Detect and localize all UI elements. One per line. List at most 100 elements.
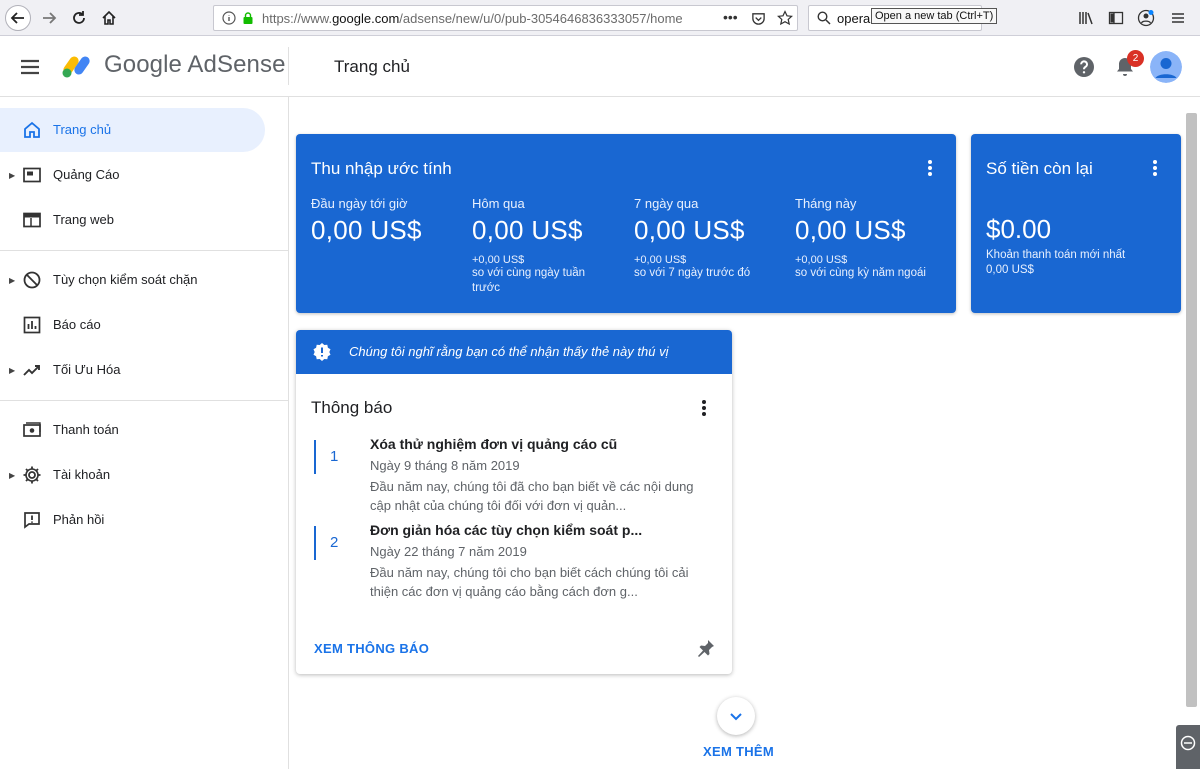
app-header: Google AdSense Trang chủ 2: [0, 37, 1200, 97]
url-bar[interactable]: https://www.google.com/adsense/new/u/0/p…: [213, 5, 798, 31]
sidebar-item-label: Trang web: [53, 212, 114, 227]
chevron-down-icon: [730, 713, 742, 721]
banner-text: Chúng tôi nghĩ rằng bạn có thể nhận thấy…: [349, 344, 669, 359]
sidebar-item-sites[interactable]: Trang web: [0, 198, 265, 242]
sidebar-item-home[interactable]: Trang chủ: [0, 108, 265, 152]
metric-delta: +0,00 US$: [795, 254, 848, 266]
metric-this-month: Tháng này 0,00 US$ +0,00 US$ so với cùng…: [795, 196, 950, 281]
metric-yesterday: Hôm qua 0,00 US$ +0,00 US$ so với cùng n…: [472, 196, 627, 296]
sidebar-item-label: Quảng Cáo: [53, 167, 120, 182]
sidebar-item-payments[interactable]: Thanh toán: [0, 408, 265, 452]
sidebar-item-label: Tài khoản: [53, 467, 111, 482]
balance-value: $0.00: [986, 214, 1052, 244]
arrow-right-icon: [43, 12, 57, 24]
view-notifications-link[interactable]: XEM THÔNG BÁO: [314, 641, 429, 656]
sidebar-toggle-icon[interactable]: [1106, 8, 1126, 28]
alert-badge-icon: [313, 343, 331, 361]
more-vert-icon[interactable]: [694, 398, 714, 418]
lock-icon: [243, 12, 253, 24]
hamburger-icon: [21, 59, 39, 75]
bookmark-star-icon[interactable]: [777, 10, 793, 26]
back-button[interactable]: [5, 5, 31, 31]
metric-value: 0,00 US$: [795, 215, 906, 245]
sidebar-divider: [0, 250, 288, 251]
adsense-logo-icon: [62, 56, 90, 78]
more-vert-icon[interactable]: [1145, 158, 1165, 178]
metric-value: 0,00 US$: [472, 215, 583, 245]
metric-comparison: so với cùng ngày tuần trước: [472, 267, 586, 294]
library-icon[interactable]: [1076, 8, 1096, 28]
last-payment-label: Khoản thanh toán mới nhất: [986, 249, 1126, 261]
see-more-button[interactable]: [717, 697, 755, 735]
notification-title: Đơn giản hóa các tùy chọn kiểm soát p...: [370, 522, 643, 538]
sidebar-divider: [0, 400, 288, 401]
pin-icon[interactable]: [696, 638, 716, 658]
main-menu-button[interactable]: [18, 55, 46, 79]
notification-marker: [314, 526, 316, 560]
url-text: https://www.google.com/adsense/new/u/0/p…: [262, 11, 683, 26]
reports-icon: [23, 316, 41, 334]
sidebar-item-ads[interactable]: ▶ Quảng Cáo: [0, 153, 265, 197]
trending-icon: [23, 365, 40, 376]
metric-value: 0,00 US$: [634, 215, 745, 245]
notifications-title: Thông báo: [311, 398, 393, 417]
reload-button[interactable]: [66, 5, 92, 31]
notifications-card: Chúng tôi nghĩ rằng bạn có thể nhận thấy…: [296, 330, 732, 674]
sidebar-item-reports[interactable]: Báo cáo: [0, 303, 265, 347]
ads-icon: [23, 167, 41, 183]
side-widget-tab[interactable]: [1176, 725, 1200, 769]
sidebar-item-optimization[interactable]: ▶ Tối Ưu Hóa: [0, 348, 265, 392]
forward-button[interactable]: [36, 5, 62, 31]
earnings-card-title: Thu nhập ước tính: [311, 159, 452, 178]
sidebar-item-account[interactable]: ▶ Tài khoản: [0, 453, 265, 497]
more-vert-icon[interactable]: [920, 158, 940, 178]
sites-icon: [23, 212, 41, 228]
metric-label: 7 ngày qua: [634, 196, 699, 211]
search-icon: [817, 11, 831, 25]
notification-date: Ngày 9 tháng 8 năm 2019: [370, 458, 520, 473]
browser-menu-icon[interactable]: [1168, 8, 1188, 28]
sidebar-item-label: Tối Ưu Hóa: [53, 362, 121, 377]
browser-home-icon: [102, 10, 116, 25]
adsense-logo[interactable]: Google AdSense: [60, 51, 286, 79]
notification-title: Xóa thử nghiệm đơn vị quảng cáo cũ: [370, 436, 618, 452]
sidebar-item-label: Tùy chọn kiểm soát chặn: [53, 272, 198, 287]
account-icon[interactable]: [1136, 8, 1156, 28]
home-button[interactable]: [96, 5, 122, 31]
metric-last-7-days: 7 ngày qua 0,00 US$ +0,00 US$ so với 7 n…: [634, 196, 789, 281]
pocket-icon[interactable]: [751, 11, 766, 26]
help-icon: [1074, 57, 1094, 77]
metric-delta: +0,00 US$: [472, 254, 525, 266]
metric-label: Đầu ngày tới giờ: [311, 196, 408, 211]
sidebar: Trang chủ ▶ Quảng Cáo Trang web ▶ Tùy ch…: [0, 97, 289, 769]
sidebar-item-label: Báo cáo: [53, 317, 101, 332]
sidebar-item-label: Thanh toán: [53, 422, 119, 437]
avatar[interactable]: [1150, 51, 1182, 83]
expand-caret-icon: ▶: [9, 170, 16, 180]
notification-item[interactable]: 2 Đơn giản hóa các tùy chọn kiểm soát p.…: [314, 522, 714, 599]
browser-toolbar: https://www.google.com/adsense/new/u/0/p…: [0, 0, 1200, 36]
info-icon: [222, 11, 236, 25]
help-button[interactable]: [1072, 55, 1096, 79]
page-actions-icon[interactable]: •••: [723, 9, 738, 25]
notification-description: Đầu năm nay, chúng tôi cho bạn biết cách…: [370, 565, 689, 599]
scrollbar[interactable]: [1186, 113, 1197, 707]
notification-marker: [314, 440, 316, 474]
expand-caret-icon: ▶: [9, 365, 16, 375]
header-divider: [288, 47, 289, 85]
sidebar-item-label: Phản hồi: [53, 512, 105, 527]
page-title: Trang chủ: [334, 57, 410, 76]
block-icon: [23, 271, 41, 289]
reload-icon: [73, 11, 85, 24]
sidebar-item-blocking-controls[interactable]: ▶ Tùy chọn kiểm soát chặn: [0, 258, 265, 302]
see-more-link[interactable]: XEM THÊM: [703, 744, 774, 759]
sidebar-item-feedback[interactable]: Phản hồi: [0, 498, 265, 542]
metric-value: 0,00 US$: [311, 215, 422, 245]
earnings-card: Thu nhập ước tính Đầu ngày tới giờ 0,00 …: [296, 134, 956, 313]
metric-comparison: so với 7 ngày trước đó: [634, 267, 751, 279]
balance-card: Số tiền còn lại $0.00 Khoản thanh toán m…: [971, 134, 1181, 313]
home-icon: [24, 121, 40, 138]
notification-item[interactable]: 1 Xóa thử nghiệm đơn vị quảng cáo cũ Ngà…: [314, 436, 714, 513]
balance-card-title: Số tiền còn lại: [986, 159, 1093, 178]
new-tab-tooltip: Open a new tab (Ctrl+T): [871, 8, 998, 24]
